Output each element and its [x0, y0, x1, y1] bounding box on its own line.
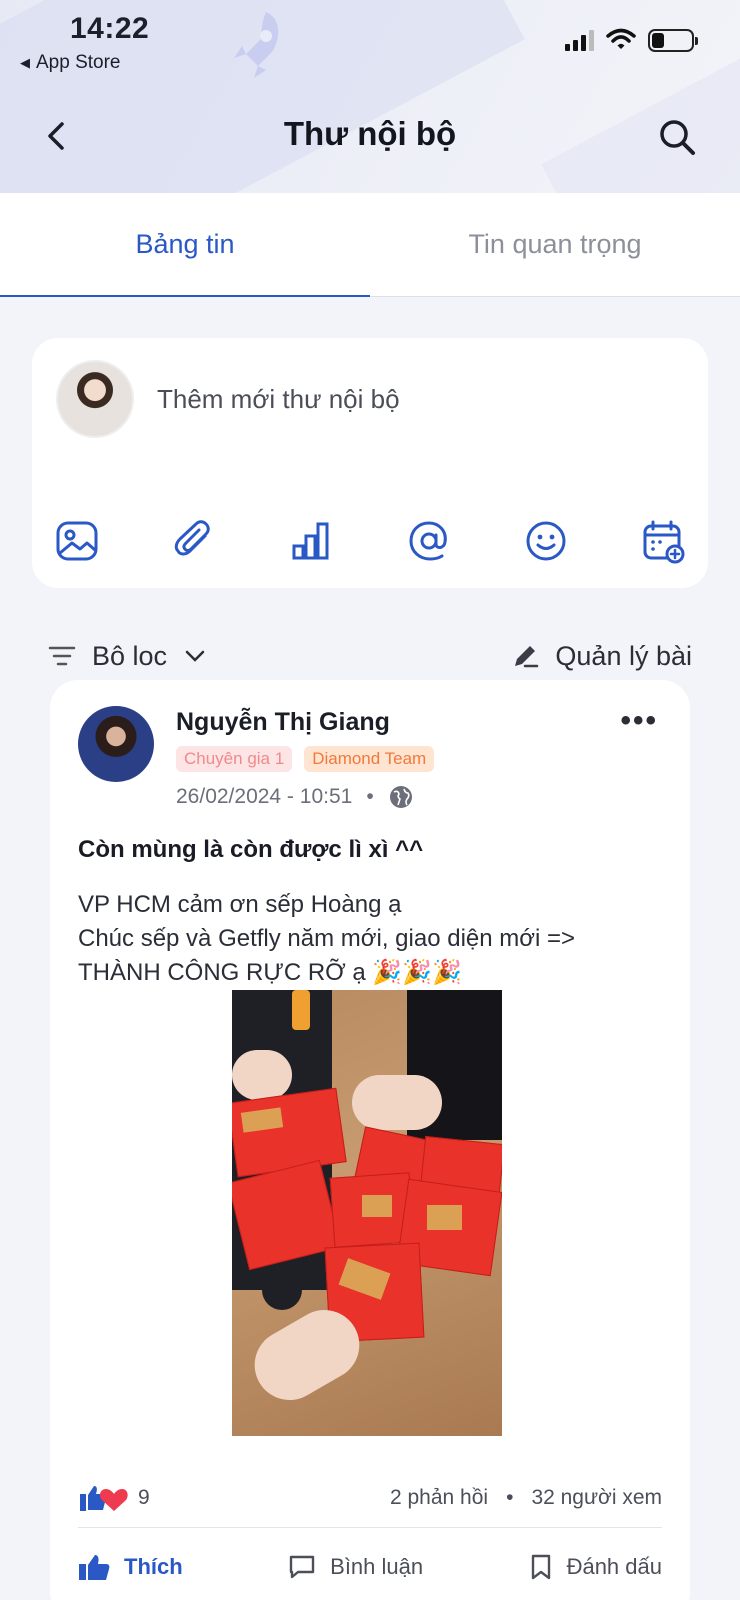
post-body-line: VP HCM cảm ơn sếp Hoàng ạ — [78, 891, 402, 918]
post-body-line: Chúc sếp và Getfly năm mới, giao diện mớ… — [78, 925, 576, 952]
filter-row: Bô loc Quản lý bài — [48, 636, 692, 676]
avatar[interactable] — [78, 706, 154, 782]
like-label: Thích — [124, 1554, 183, 1579]
image-icon[interactable] — [52, 516, 102, 566]
manage-posts-label: Quản lý bài — [555, 640, 692, 671]
attachment-icon[interactable] — [169, 516, 219, 566]
composer-toolbar — [52, 516, 688, 566]
post-title: Còn mùng là còn được lì xì ^^ — [78, 836, 424, 863]
meta-separator: • — [506, 1486, 514, 1509]
post-stats: 9 2 phản hồi • 32 người xem — [78, 1480, 662, 1516]
back-to-app-link[interactable]: ◀ App Store — [20, 52, 121, 74]
signal-icon — [565, 29, 594, 51]
reaction-count: 9 — [138, 1486, 150, 1509]
back-app-label: App Store — [36, 52, 121, 73]
status-icons — [565, 28, 698, 52]
battery-icon — [648, 28, 698, 52]
comment-count[interactable]: 2 phản hồi — [390, 1486, 488, 1510]
status-badge: Diamond Team — [304, 746, 435, 772]
bookmark-icon — [531, 1554, 550, 1580]
app-header: 14:22 ◀ App Store Thư nội bộ — [0, 0, 740, 193]
author-badges: Chuyên gia 1 Diamond Team — [176, 746, 435, 772]
post-actions: Thích Bình luận Đánh dấu — [78, 1548, 662, 1586]
like-button[interactable]: Thích — [78, 1553, 183, 1581]
author-name[interactable]: Nguyễn Thị Giang — [176, 708, 390, 737]
compose-input[interactable]: Thêm mới thư nội bộ — [157, 384, 400, 415]
globe-icon — [389, 786, 412, 808]
poll-chart-icon[interactable] — [286, 516, 336, 566]
schedule-calendar-icon[interactable] — [638, 516, 688, 566]
more-options-icon[interactable]: ••• — [620, 704, 658, 738]
post-photo[interactable] — [232, 990, 502, 1436]
post-meta: 26/02/2024 - 10:51 • — [176, 784, 414, 810]
filter-icon — [48, 646, 76, 666]
comment-icon — [289, 1555, 315, 1579]
view-count[interactable]: 32 người xem — [531, 1486, 662, 1510]
engagement-counts: 2 phản hồi • 32 người xem — [390, 1486, 662, 1510]
post-card: Nguyễn Thị Giang ••• Chuyên gia 1 Diamon… — [50, 680, 690, 1600]
mention-icon[interactable] — [404, 516, 454, 566]
tab-bar: Bảng tin Tin quan trọng — [0, 193, 740, 297]
tab-important-news[interactable]: Tin quan trọng — [370, 193, 740, 296]
wifi-icon — [606, 28, 636, 49]
search-icon[interactable] — [656, 116, 698, 158]
post-body-line: THÀNH CÔNG RỰC RỠ ạ 🎉🎉🎉 — [78, 959, 463, 986]
post-body: VP HCM cảm ơn sếp Hoàng ạ Chúc sếp và Ge… — [78, 888, 668, 990]
page-title: Thư nội bộ — [283, 115, 457, 152]
tab-news-feed[interactable]: Bảng tin — [0, 193, 370, 297]
post-composer: Thêm mới thư nội bộ — [32, 338, 708, 588]
manage-posts-button[interactable]: Quản lý bài — [511, 641, 692, 672]
thumbs-up-icon — [79, 1555, 110, 1580]
reaction-summary[interactable]: 9 — [78, 1483, 150, 1513]
comment-button[interactable]: Bình luận — [288, 1554, 423, 1580]
filter-dropdown[interactable]: Bô loc — [48, 641, 207, 672]
status-badge: Chuyên gia 1 — [176, 746, 293, 772]
post-date: 26/02/2024 - 10:51 — [176, 785, 353, 808]
back-triangle-icon: ◀ — [20, 55, 30, 70]
divider — [78, 1527, 662, 1528]
status-time: 14:22 — [70, 12, 150, 45]
filter-label: Bô loc — [92, 640, 168, 671]
bookmark-button[interactable]: Đánh dấu — [529, 1553, 662, 1581]
emoji-icon[interactable] — [521, 516, 571, 566]
meta-separator: • — [366, 785, 374, 808]
chevron-down-icon — [185, 650, 205, 662]
comment-label: Bình luận — [330, 1554, 424, 1579]
edit-pen-icon — [515, 646, 539, 668]
bookmark-label: Đánh dấu — [566, 1554, 662, 1579]
like-heart-reaction-icon — [80, 1486, 128, 1511]
avatar — [56, 360, 134, 438]
rocket-icon — [234, 12, 279, 78]
